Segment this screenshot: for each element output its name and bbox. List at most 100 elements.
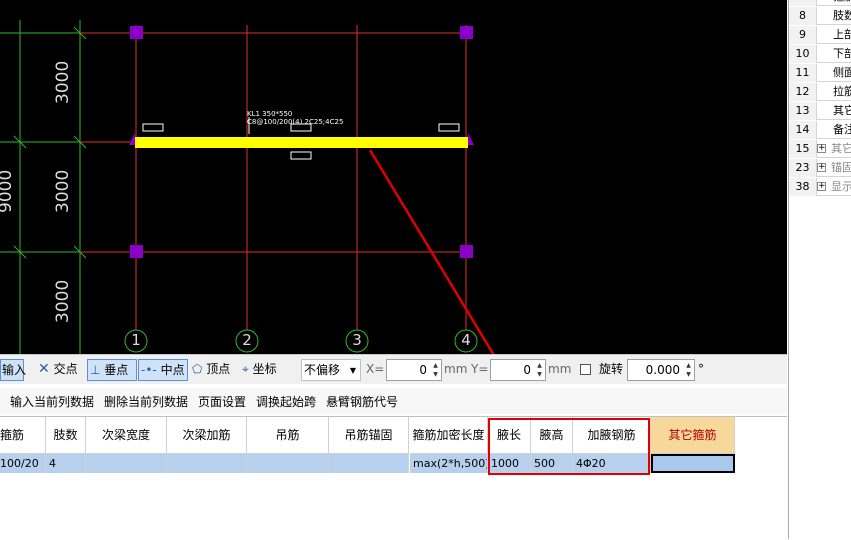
property-panel[interactable]: 箍肋8肢数9上部10下部11侧面12拉筋13其它14备注15+其它23+锚固38… bbox=[788, 0, 851, 539]
table-header-cell[interactable]: 箍筋加密长度 bbox=[410, 417, 488, 454]
property-row-label: 下部 bbox=[833, 47, 851, 60]
table-menubar: 输入当前列数据 删除当前列数据 页面设置 调换起始跨 悬臂钢筋代号 bbox=[0, 388, 787, 414]
expand-icon[interactable]: + bbox=[817, 163, 826, 172]
table-cell[interactable] bbox=[329, 454, 409, 473]
expand-icon[interactable]: + bbox=[817, 182, 826, 191]
perpendicular-label: 垂点 bbox=[104, 363, 129, 377]
property-row-label: 肢数 bbox=[833, 9, 851, 22]
rotate-spinner-icon[interactable]: ▲ ▼ bbox=[684, 361, 693, 379]
beam-annotation-line2: C8@100/200(4) 2C25;4C25 bbox=[247, 118, 344, 126]
table-header-cell[interactable]: 吊筋 bbox=[247, 417, 329, 454]
table-header-cell[interactable]: 肢数 bbox=[46, 417, 86, 454]
axis-label-1: 1 bbox=[131, 331, 141, 349]
table-header-cell[interactable]: 次梁宽度 bbox=[86, 417, 167, 454]
y-input[interactable]: 0 ▲ ▼ bbox=[490, 359, 546, 381]
menu-page-setup[interactable]: 页面设置 bbox=[198, 393, 246, 410]
table-header-cell[interactable]: 加腋钢筋 bbox=[573, 417, 651, 454]
property-row-label: 箍肋 bbox=[833, 0, 851, 5]
x-unit: mm bbox=[444, 362, 468, 376]
midpoint-icon: -•- bbox=[141, 363, 157, 377]
table-cell[interactable]: 4Φ20 bbox=[573, 454, 651, 473]
property-row-label: 显示 bbox=[831, 180, 851, 193]
input-button[interactable]: 输入 bbox=[0, 359, 26, 381]
property-row[interactable]: 12 拉筋 bbox=[789, 83, 851, 101]
snap-midpoint[interactable]: -•- 中点 bbox=[138, 359, 188, 381]
table-cell[interactable]: 500 bbox=[531, 454, 573, 473]
offset-select[interactable]: 不偏移 ▼ bbox=[301, 359, 361, 381]
property-row[interactable]: 38 + 显示 bbox=[789, 178, 851, 196]
drawing bbox=[0, 20, 495, 354]
table-header-cell[interactable]: 腋长 bbox=[488, 417, 531, 454]
rotate-value: 0.000 bbox=[645, 363, 680, 377]
menu-cantilever-code[interactable]: 悬臂钢筋代号 bbox=[326, 393, 398, 410]
property-row[interactable]: 14 备注 bbox=[789, 121, 851, 139]
property-row[interactable]: 11 侧面 bbox=[789, 64, 851, 82]
table-cell[interactable] bbox=[167, 454, 247, 473]
table-cell[interactable] bbox=[247, 454, 329, 473]
property-row-label: 其它 bbox=[831, 142, 851, 155]
x-value: 0 bbox=[419, 363, 427, 377]
snap-intersection[interactable]: ✕ 交点 bbox=[38, 359, 86, 381]
table-header-cell[interactable]: 箍筋 bbox=[0, 417, 46, 454]
table-header-cell[interactable]: 其它箍筋 bbox=[651, 417, 735, 454]
rotate-input[interactable]: 0.000 ▲ ▼ bbox=[627, 359, 695, 381]
property-row-label: 备注 bbox=[833, 123, 851, 136]
beam-end-left bbox=[129, 133, 135, 145]
perpendicular-icon: ⊥ bbox=[90, 363, 101, 377]
property-row-number: 13 bbox=[789, 102, 817, 120]
property-row-label: 锚固 bbox=[831, 161, 851, 174]
x-label: X= bbox=[366, 362, 385, 376]
property-row-label: 拉筋 bbox=[833, 85, 851, 98]
property-row-number: 23 bbox=[789, 159, 817, 177]
property-row[interactable]: 8 肢数 bbox=[789, 7, 851, 25]
table-cell[interactable] bbox=[86, 454, 167, 473]
expand-icon[interactable]: + bbox=[817, 144, 826, 153]
dim-label-row2: 3000 bbox=[53, 169, 73, 213]
property-row[interactable]: 箍肋 bbox=[789, 0, 851, 6]
snap-perpendicular[interactable]: ⊥ 垂点 bbox=[87, 359, 137, 381]
table-header-cell[interactable]: 腋高 bbox=[531, 417, 573, 454]
table-cell[interactable]: 4 bbox=[46, 454, 86, 473]
snap-coordinate[interactable]: ⌖ 坐标 bbox=[242, 359, 292, 381]
property-row-number bbox=[789, 0, 817, 6]
rotate-label: 旋转 bbox=[599, 362, 624, 376]
x-spinner-icon[interactable]: ▲ ▼ bbox=[431, 361, 440, 379]
midpoint-label: 中点 bbox=[160, 363, 185, 377]
menu-delete-column[interactable]: 删除当前列数据 bbox=[104, 393, 188, 410]
table-cell[interactable]: max(2*h,500) bbox=[410, 454, 488, 473]
axis-label-3: 3 bbox=[352, 331, 362, 349]
table-cell[interactable]: 1000 bbox=[488, 454, 531, 473]
property-row-label: 上部 bbox=[833, 28, 851, 41]
axis-bubbles bbox=[124, 329, 478, 353]
beam-annotation-line1: KL1 350*550 bbox=[247, 110, 293, 118]
snap-vertex[interactable]: ⬠ 顶点 bbox=[192, 359, 240, 381]
property-row[interactable]: 9 上部 bbox=[789, 26, 851, 44]
axis-label-4: 4 bbox=[461, 331, 471, 349]
beam-kl1[interactable] bbox=[135, 137, 468, 148]
table-cell[interactable]: 100/20 bbox=[0, 454, 46, 473]
cad-canvas[interactable]: 3000 3000 3000 9000 1 2 3 4 KL1 350*550 … bbox=[0, 0, 787, 354]
degree-symbol: ° bbox=[698, 362, 704, 376]
property-row[interactable]: 23 + 锚固 bbox=[789, 159, 851, 177]
intersection-label: 交点 bbox=[53, 362, 78, 376]
property-row[interactable]: 15 + 其它 bbox=[789, 140, 851, 158]
vertex-icon: ⬠ bbox=[192, 362, 203, 376]
menu-swap-start-span[interactable]: 调换起始跨 bbox=[256, 393, 316, 410]
rotate-checkbox[interactable] bbox=[580, 364, 591, 375]
x-input[interactable]: 0 ▲ ▼ bbox=[386, 359, 442, 381]
property-row-label: 侧面 bbox=[833, 66, 851, 79]
table-header-cell[interactable]: 吊筋锚固 bbox=[329, 417, 409, 454]
property-row[interactable]: 10 下部 bbox=[789, 45, 851, 63]
menu-input-column[interactable]: 输入当前列数据 bbox=[10, 393, 94, 410]
property-row-number: 14 bbox=[789, 121, 817, 139]
snap-toolbar: 输入 ✕ 交点 ⊥ 垂点 -•- 中点 ⬠ 顶点 ⌖ 坐标 不偏移 ▼ X= 0… bbox=[0, 354, 787, 384]
table-cell[interactable] bbox=[651, 454, 735, 473]
axis-grid bbox=[80, 25, 470, 330]
table-header-cell[interactable]: 次梁加筋 bbox=[167, 417, 247, 454]
coordinate-icon: ⌖ bbox=[242, 362, 249, 376]
property-row-number: 15 bbox=[789, 140, 817, 158]
property-row[interactable]: 13 其它 bbox=[789, 102, 851, 120]
y-value: 0 bbox=[523, 363, 531, 377]
dim-label-row1: 3000 bbox=[53, 60, 73, 104]
y-spinner-icon[interactable]: ▲ ▼ bbox=[535, 361, 544, 379]
